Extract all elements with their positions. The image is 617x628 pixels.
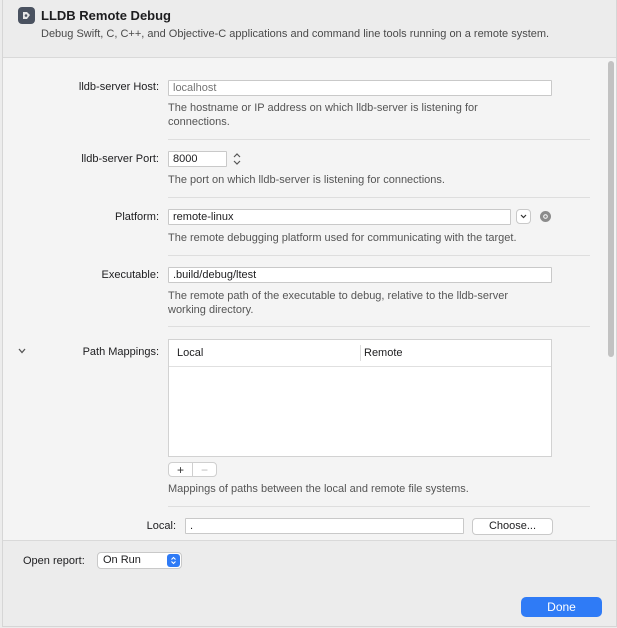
separator bbox=[168, 506, 590, 507]
path-mappings-buttons: + − bbox=[168, 462, 217, 477]
executable-help-text: The remote path of the executable to deb… bbox=[168, 290, 508, 316]
dialog-header: LLDB Remote Debug Debug Swift, C, C++, a… bbox=[3, 0, 616, 58]
settings-scroll-area[interactable]: lldb-server Host: The hostname or IP add… bbox=[3, 58, 616, 541]
platform-reset-icon[interactable] bbox=[540, 211, 551, 222]
platform-help-text: The remote debugging platform used for c… bbox=[168, 232, 517, 244]
scrollbar[interactable] bbox=[606, 58, 616, 540]
local-path-input[interactable]: . bbox=[185, 518, 464, 534]
platform-input[interactable]: remote-linux bbox=[168, 209, 511, 225]
column-divider bbox=[360, 345, 361, 361]
separator bbox=[168, 197, 590, 198]
choose-button[interactable]: Choose... bbox=[472, 518, 553, 535]
platform-label: Platform: bbox=[114, 211, 159, 223]
separator bbox=[168, 255, 590, 256]
port-help-text: The port on which lldb-server is listeni… bbox=[168, 174, 445, 186]
open-report-select[interactable]: On Run bbox=[97, 552, 182, 569]
done-button[interactable]: Done bbox=[521, 597, 602, 617]
executable-input[interactable]: .build/debug/ltest bbox=[168, 267, 552, 283]
select-arrows-icon bbox=[167, 554, 180, 567]
executable-label: Executable: bbox=[101, 269, 159, 281]
host-help-text: The hostname or IP address on which lldb… bbox=[168, 102, 478, 128]
dialog-title: LLDB Remote Debug bbox=[41, 8, 171, 23]
open-report-value: On Run bbox=[103, 554, 141, 566]
local-label: Local: bbox=[146, 520, 176, 532]
port-input[interactable]: 8000 bbox=[168, 151, 227, 167]
path-mappings-table[interactable]: Local Remote bbox=[168, 339, 552, 457]
chevron-down-icon bbox=[520, 214, 527, 219]
column-header-local[interactable]: Local bbox=[177, 347, 203, 359]
open-report-label: Open report: bbox=[23, 555, 85, 567]
lldb-app-icon bbox=[18, 7, 35, 24]
separator bbox=[168, 326, 590, 327]
platform-dropdown-button[interactable] bbox=[516, 209, 531, 224]
port-stepper[interactable] bbox=[232, 151, 242, 167]
host-input[interactable] bbox=[168, 80, 552, 96]
path-mappings-help-text: Mappings of paths between the local and … bbox=[168, 483, 469, 495]
scrollbar-thumb[interactable] bbox=[608, 61, 614, 357]
table-header: Local Remote bbox=[169, 340, 551, 367]
path-mappings-label: Path Mappings: bbox=[82, 346, 159, 358]
port-label: lldb-server Port: bbox=[81, 153, 159, 165]
add-mapping-button[interactable]: + bbox=[169, 463, 192, 476]
host-label: lldb-server Host: bbox=[78, 81, 159, 93]
remove-mapping-button[interactable]: − bbox=[192, 463, 216, 476]
dialog-subtitle: Debug Swift, C, C++, and Objective-C app… bbox=[41, 28, 550, 40]
separator bbox=[168, 139, 590, 140]
column-header-remote[interactable]: Remote bbox=[364, 347, 403, 359]
lldb-remote-debug-window: LLDB Remote Debug Debug Swift, C, C++, a… bbox=[2, 0, 617, 627]
